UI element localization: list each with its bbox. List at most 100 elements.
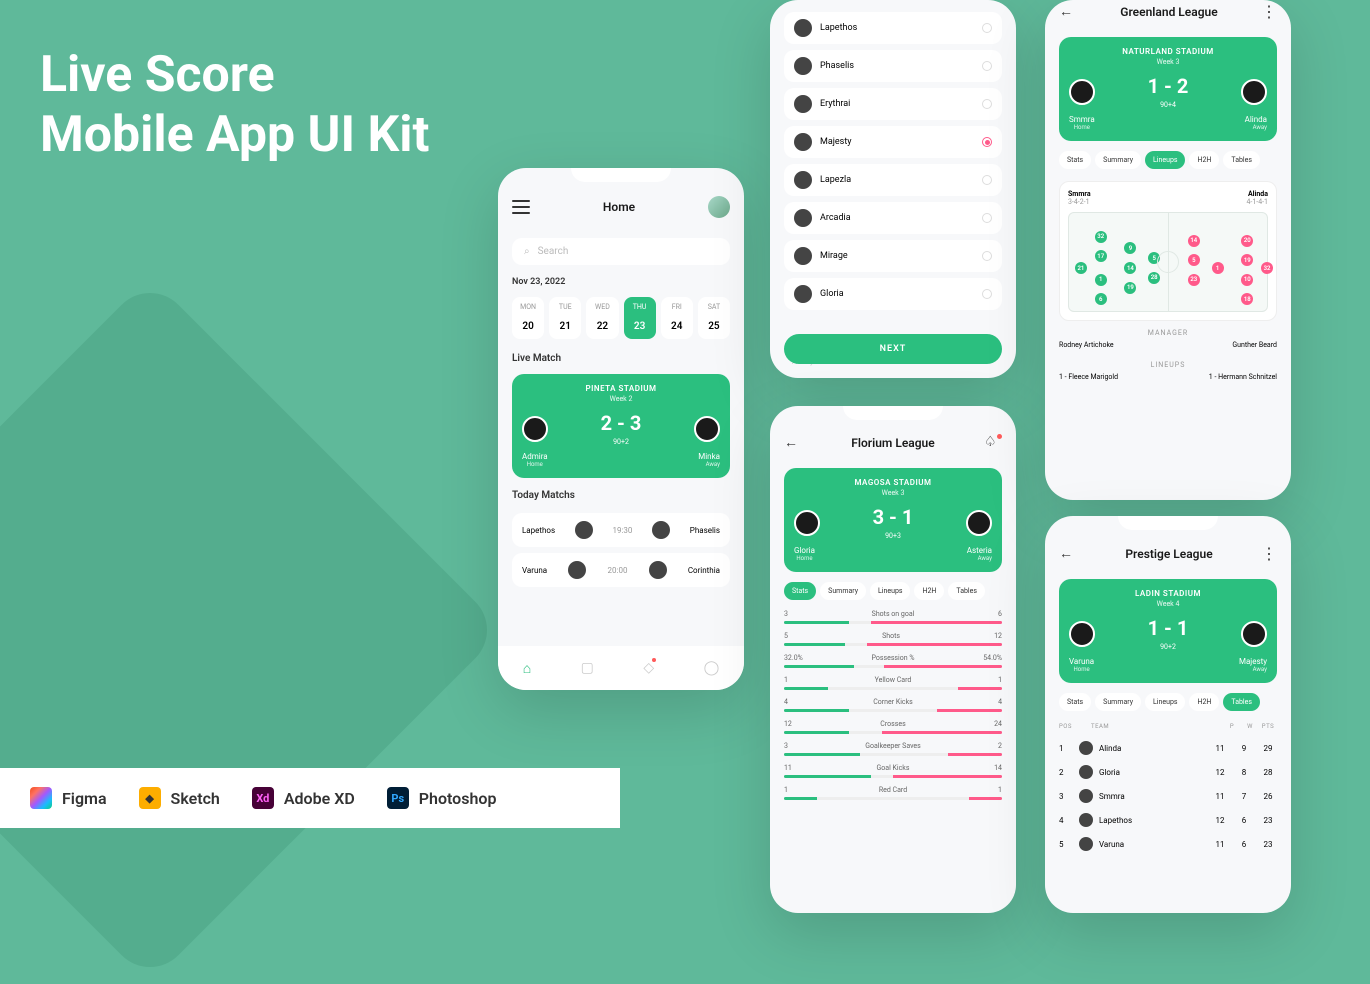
table-row[interactable]: 1Alinda11929 <box>1045 736 1291 760</box>
player-away: 10 <box>1241 274 1253 286</box>
date-label: Nov 23, 2022 <box>498 273 744 291</box>
team-item[interactable]: Arcadia <box>784 202 1002 234</box>
day-21[interactable]: TUE21 <box>549 297 581 339</box>
player-away: 5 <box>1188 254 1200 266</box>
table-row[interactable]: 3Smmra11726 <box>1045 784 1291 808</box>
day-24[interactable]: FRI24 <box>661 297 693 339</box>
next-button[interactable]: NEXT <box>784 334 1002 364</box>
adobexd-icon: Xd <box>252 787 274 809</box>
nav-home-icon[interactable]: ⌂ <box>523 660 531 677</box>
stat-row: 11Goal Kicks14 <box>770 760 1016 782</box>
stat-row: 32.0%Possession %54.0% <box>770 650 1016 672</box>
team-item[interactable]: Phaselis <box>784 50 1002 82</box>
table-row[interactable]: 5Varuna11623 <box>1045 832 1291 856</box>
page-title: Florium League <box>802 436 984 450</box>
phone-prestige: ← Prestige League ⋮ LADIN STADIUM Week 4… <box>1045 516 1291 913</box>
stat-row: 12Crosses24 <box>770 716 1016 738</box>
match-card[interactable]: MAGOSA STADIUM Week 3 3 - 190+3 GloriaHo… <box>784 468 1002 572</box>
tab-lineups[interactable]: Lineups <box>1145 151 1185 169</box>
live-match-card[interactable]: PINETA STADIUM Week 2 2 - 3 90+2 AdmiraH… <box>512 374 730 478</box>
tab-h2h[interactable]: H2H <box>1189 693 1219 711</box>
search-input[interactable]: ⌕ Search <box>512 238 730 265</box>
tab-stats[interactable]: Stats <box>1059 151 1091 169</box>
day-20[interactable]: MON20 <box>512 297 544 339</box>
promo-title: Live ScoreMobile App UI Kit <box>40 45 429 165</box>
nav-calendar-icon[interactable]: ▢ <box>581 660 594 676</box>
bottom-nav: ⌂ ▢ ◇ ◯ <box>498 646 744 690</box>
player-home: 17 <box>1095 250 1107 262</box>
today-match-item[interactable]: Lapethos19:30Phaselis <box>512 513 730 547</box>
day-23[interactable]: THU23 <box>624 297 656 339</box>
back-icon[interactable]: ← <box>1059 545 1077 563</box>
table-row[interactable]: 2Gloria12828 <box>1045 760 1291 784</box>
more-icon[interactable]: ⋮ <box>1261 2 1277 21</box>
player-home: 14 <box>1124 262 1136 274</box>
player-away: 32 <box>1261 262 1273 274</box>
stat-row: 3Shots on goal6 <box>770 606 1016 628</box>
player-home: 28 <box>1148 272 1160 284</box>
pitch: 21321716914195283220191018114523 <box>1068 212 1268 312</box>
team-item[interactable]: Erythrai <box>784 88 1002 120</box>
player-home: 6 <box>1095 293 1107 305</box>
player-home: 21 <box>1075 262 1087 274</box>
player-away: 20 <box>1241 235 1253 247</box>
table-row[interactable]: 4Lapethos12623 <box>1045 808 1291 832</box>
match-card[interactable]: LADIN STADIUM Week 4 1 - 190+2 VarunaHom… <box>1059 579 1277 683</box>
figma-icon <box>30 787 52 809</box>
sketch-icon: ◆ <box>139 787 161 809</box>
page-title: Greenland League <box>1077 5 1261 19</box>
team-item[interactable]: Gloria <box>784 278 1002 310</box>
photoshop-icon: Ps <box>387 787 409 809</box>
phone-greenland: ← Greenland League ⋮ NATURLAND STADIUM W… <box>1045 0 1291 500</box>
tab-tables[interactable]: Tables <box>1223 693 1260 711</box>
search-icon: ⌕ <box>524 246 530 257</box>
tab-summary[interactable]: Summary <box>1095 693 1141 711</box>
back-icon[interactable]: ← <box>784 434 802 452</box>
phone-florium: ← Florium League ♤ MAGOSA STADIUM Week 3… <box>770 406 1016 913</box>
tab-lineups[interactable]: Lineups <box>1145 693 1185 711</box>
tab-tables[interactable]: Tables <box>948 582 985 600</box>
today-match-item[interactable]: Varuna20:00Corinthia <box>512 553 730 587</box>
team-badge-away <box>694 416 720 442</box>
player-away: 23 <box>1188 274 1200 286</box>
team-badge-home <box>522 416 548 442</box>
tab-h2h[interactable]: H2H <box>914 582 944 600</box>
today-match-label: Today Matchs <box>498 482 744 507</box>
match-card[interactable]: NATURLAND STADIUM Week 3 1 - 290+4 Smmra… <box>1059 37 1277 141</box>
day-25[interactable]: SAT25 <box>698 297 730 339</box>
tab-h2h[interactable]: H2H <box>1189 151 1219 169</box>
tab-stats[interactable]: Stats <box>784 582 816 600</box>
phone-team-select: Lapethos Phaselis Erythrai Majesty Lapezla Ar… <box>770 0 1016 378</box>
tab-lineups[interactable]: Lineups <box>870 582 910 600</box>
tools-bar: Figma ◆Sketch XdAdobe XD PsPhotoshop <box>0 768 620 828</box>
player-away: 1 <box>1212 262 1224 274</box>
tab-stats[interactable]: Stats <box>1059 693 1091 711</box>
bell-icon[interactable]: ♤ <box>984 434 1002 452</box>
phone-home: Home ⌕ Search Nov 23, 2022 MON20TUE21WED… <box>498 168 744 690</box>
background-shape <box>0 276 504 983</box>
tab-summary[interactable]: Summary <box>1095 151 1141 169</box>
team-item[interactable]: Lapethos <box>784 12 1002 44</box>
day-22[interactable]: WED22 <box>586 297 618 339</box>
page-title: Prestige League <box>1077 547 1261 561</box>
nav-activity-icon[interactable]: ◇ <box>643 660 654 676</box>
stat-row: 3Goalkeeper Saves2 <box>770 738 1016 760</box>
team-item[interactable]: Mirage <box>784 240 1002 272</box>
stat-row: 4Corner Kicks4 <box>770 694 1016 716</box>
player-away: 14 <box>1188 235 1200 247</box>
nav-profile-icon[interactable]: ◯ <box>704 660 720 676</box>
live-match-label: Live Match <box>498 345 744 370</box>
player-home: 1 <box>1095 274 1107 286</box>
tab-tables[interactable]: Tables <box>1223 151 1260 169</box>
team-item[interactable]: Lapezla <box>784 164 1002 196</box>
stat-row: 1Yellow Card1 <box>770 672 1016 694</box>
avatar[interactable] <box>708 196 730 218</box>
tab-summary[interactable]: Summary <box>820 582 866 600</box>
stat-row: 1Red Card1 <box>770 782 1016 804</box>
more-icon[interactable]: ⋮ <box>1261 544 1277 563</box>
player-away: 18 <box>1241 293 1253 305</box>
back-icon[interactable]: ← <box>1059 3 1077 21</box>
team-item[interactable]: Majesty <box>784 126 1002 158</box>
menu-icon[interactable] <box>512 200 530 214</box>
player-home: 9 <box>1124 242 1136 254</box>
